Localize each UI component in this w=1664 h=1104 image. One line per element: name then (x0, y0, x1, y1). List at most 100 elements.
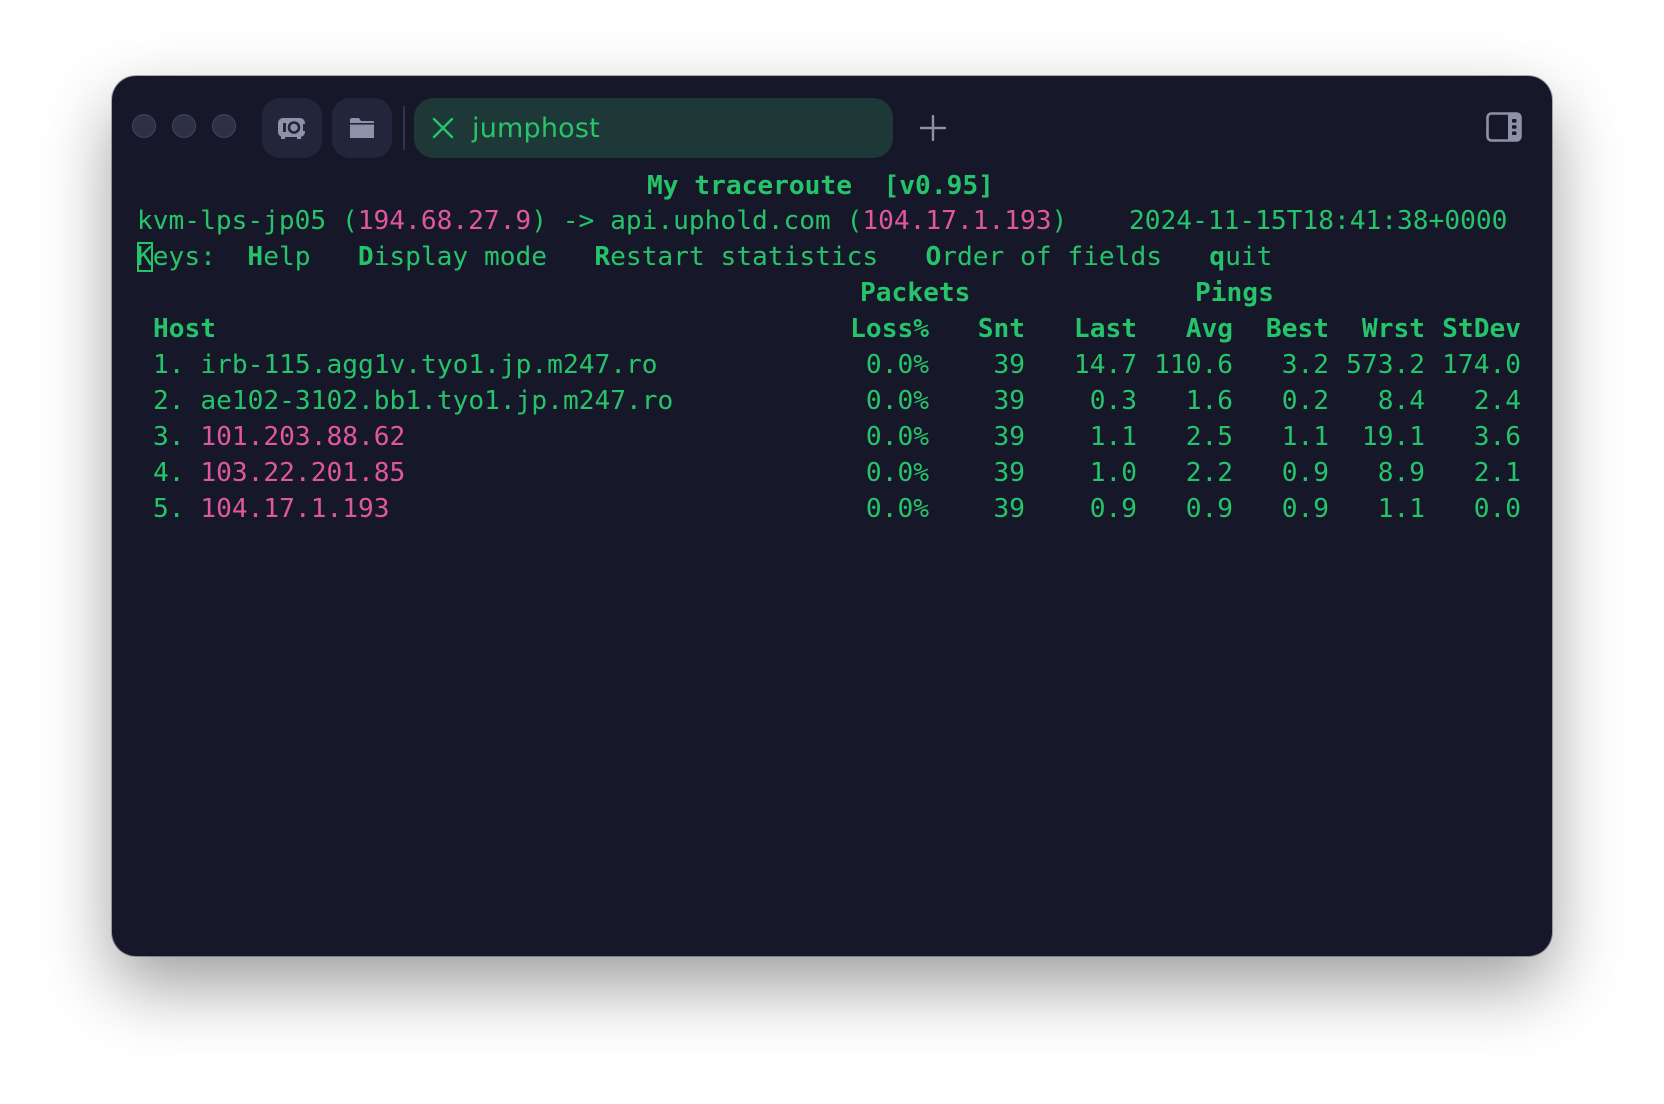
key-order-of-fields[interactable]: Order of fields (925, 242, 1162, 272)
source-host: kvm-lps-jp05 (137, 206, 327, 236)
hop-avg: 0.9 (1185, 494, 1233, 524)
mtr-title: My traceroute (647, 171, 852, 201)
col-stdev: StDev (1442, 314, 1521, 344)
hop-last: 14.7 (1073, 350, 1137, 380)
key-restart-statistics[interactable]: Restart statistics (594, 242, 878, 272)
folder-icon (350, 118, 374, 138)
maximize-window-button[interactable] (212, 114, 236, 138)
dest-host: api.uphold.com (610, 206, 831, 236)
hop-host-cell: 3. 101.203.88.62 (153, 419, 405, 455)
hop-host: irb-115.agg1v.tyo1.jp.m247.ro (200, 350, 658, 380)
hop-row: 4. 103.22.201.85 0.0% 39 1.0 2.2 0.9 8.9 2.1 (137, 455, 1552, 491)
col-avg: Avg (1185, 314, 1233, 344)
hop-best: 3.2 (1281, 350, 1329, 380)
hop-stdev: 2.1 (1473, 458, 1521, 488)
hop-host-cell: 2. ae102-3102.bb1.tyo1.jp.m247.ro (153, 383, 673, 419)
hop-last: 0.9 (1089, 494, 1137, 524)
timestamp: 2024-11-15T18:41:38+0000 (1129, 206, 1508, 236)
hop-snt: 39 (993, 350, 1025, 380)
hop-host: 104.17.1.193 (200, 494, 390, 524)
traffic-lights (132, 114, 236, 138)
col-best: Best (1265, 314, 1329, 344)
hop-avg: 2.2 (1185, 458, 1233, 488)
hop-avg: 2.5 (1185, 422, 1233, 452)
files-button[interactable] (332, 98, 392, 158)
hop-loss: 0.0% (865, 350, 929, 380)
column-header-row: Host Loss% Snt Last Avg Best Wrst StDev (137, 311, 1552, 347)
tab-title: jumphost (472, 112, 600, 144)
close-window-button[interactable] (132, 114, 156, 138)
hop-avg: 1.6 (1185, 386, 1233, 416)
hop-best: 0.9 (1281, 458, 1329, 488)
keys-label-rest: eys: (152, 242, 216, 272)
hop-loss: 0.0% (865, 386, 929, 416)
hop-host-cell: 1. irb-115.agg1v.tyo1.jp.m247.ro (153, 347, 658, 383)
hop-last: 1.1 (1089, 422, 1137, 452)
hop-last: 0.3 (1089, 386, 1137, 416)
key-help[interactable]: Help (247, 242, 310, 272)
hop-snt: 39 (993, 494, 1025, 524)
hop-row: 3. 101.203.88.62 0.0% 39 1.1 2.5 1.1 19.1 3.6 (137, 419, 1552, 455)
hop-number: 1. (153, 350, 185, 380)
hop-host-cell: 4. 103.22.201.85 (153, 455, 405, 491)
screenshot-button[interactable] (262, 98, 322, 158)
col-loss: Loss% (850, 314, 929, 344)
pings-group-header: Pings (1195, 278, 1274, 308)
hop-number: 3. (153, 422, 185, 452)
key-display-mode[interactable]: Display mode (358, 242, 547, 272)
tab-jumphost[interactable]: jumphost (414, 98, 893, 158)
col-last: Last (1073, 314, 1137, 344)
hop-row: 2. ae102-3102.bb1.tyo1.jp.m247.ro 0.0% 39 0… (137, 383, 1552, 419)
hop-host: ae102-3102.bb1.tyo1.jp.m247.ro (200, 386, 674, 416)
hop-host: 103.22.201.85 (200, 458, 406, 488)
hop-wrst: 573.2 (1346, 350, 1425, 380)
hop-number: 2. (153, 386, 185, 416)
hop-wrst: 8.4 (1377, 386, 1425, 416)
source-ip: 194.68.27.9 (357, 206, 532, 236)
close-icon (432, 117, 454, 139)
hop-row: 1. irb-115.agg1v.tyo1.jp.m247.ro 0.0% 39 14… (137, 347, 1552, 383)
dest-ip: 104.17.1.193 (862, 206, 1052, 236)
route-arrow: -> (562, 206, 595, 236)
col-host: Host (153, 314, 217, 344)
hop-loss: 0.0% (865, 494, 929, 524)
terminal-window: jumphost My traceroute [v0.95] kvm-lps-j… (112, 76, 1552, 956)
hop-best: 1.1 (1281, 422, 1329, 452)
hop-avg: 110.6 (1154, 350, 1233, 380)
hop-number: 5. (153, 494, 185, 524)
cursor: K (137, 242, 153, 272)
sidebar-toggle-icon[interactable] (1486, 112, 1522, 142)
camera-icon (278, 118, 307, 139)
hop-stdev: 2.4 (1473, 386, 1521, 416)
hop-last: 1.0 (1089, 458, 1137, 488)
hop-snt: 39 (993, 386, 1025, 416)
keys-line: Keys: Help Display mode Restart statisti… (137, 239, 1272, 275)
hop-stdev: 174.0 (1442, 350, 1521, 380)
hop-host-cell: 5. 104.17.1.193 (153, 491, 390, 527)
plus-icon[interactable] (920, 115, 946, 141)
col-wrst: Wrst (1361, 314, 1425, 344)
tab-close-button[interactable] (432, 117, 454, 139)
hop-loss: 0.0% (865, 422, 929, 452)
col-snt: Snt (977, 314, 1025, 344)
hop-stdev: 3.6 (1473, 422, 1521, 452)
hop-wrst: 1.1 (1377, 494, 1425, 524)
hop-host: 101.203.88.62 (200, 422, 406, 452)
mtr-title-line: My traceroute [v0.95] (647, 168, 994, 204)
mtr-version: [v0.95] (883, 171, 994, 201)
minimize-window-button[interactable] (172, 114, 196, 138)
hop-number: 4. (153, 458, 185, 488)
hop-snt: 39 (993, 458, 1025, 488)
hop-wrst: 8.9 (1377, 458, 1425, 488)
terminal-content[interactable]: My traceroute [v0.95] kvm-lps-jp05 (194.… (137, 168, 1552, 956)
hop-wrst: 19.1 (1361, 422, 1425, 452)
toolbar-divider (403, 106, 405, 150)
key-quit[interactable]: quit (1209, 242, 1272, 272)
hop-snt: 39 (993, 422, 1025, 452)
hop-best: 0.9 (1281, 494, 1329, 524)
hop-best: 0.2 (1281, 386, 1329, 416)
packets-group-header: Packets (860, 278, 971, 308)
hop-loss: 0.0% (865, 458, 929, 488)
route-line: kvm-lps-jp05 (194.68.27.9) -> api.uphold… (137, 206, 1068, 236)
hop-row: 5. 104.17.1.193 0.0% 39 0.9 0.9 0.9 1.1 0.0 (137, 491, 1552, 527)
